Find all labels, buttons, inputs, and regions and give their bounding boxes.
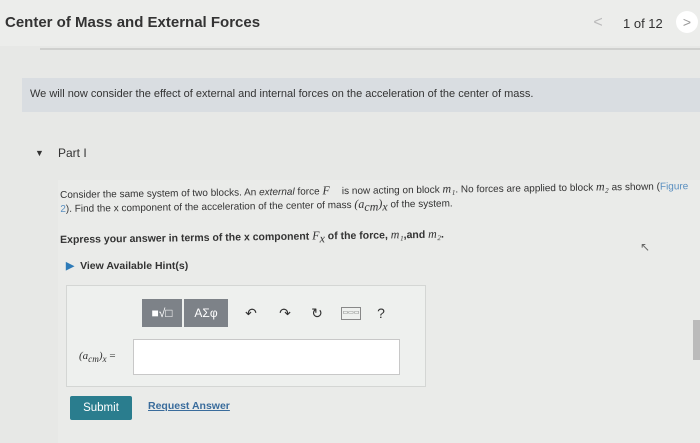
next-icon[interactable]: > bbox=[676, 11, 698, 33]
answer-input[interactable] bbox=[133, 339, 400, 375]
request-answer-link[interactable]: Request Answer bbox=[148, 400, 230, 412]
submit-button[interactable]: Submit bbox=[70, 396, 132, 420]
answer-label: (acm)x = bbox=[79, 350, 116, 365]
keyboard-icon[interactable]: ▭▭▭ bbox=[341, 307, 361, 320]
mouse-cursor-icon: ↖ bbox=[640, 240, 651, 254]
collapse-icon[interactable]: ▼ bbox=[35, 148, 44, 158]
top-bar: Center of Mass and External Forces < 1 o… bbox=[0, 0, 700, 46]
header-divider bbox=[40, 48, 700, 50]
previous-icon[interactable]: < bbox=[588, 12, 608, 34]
redo-icon[interactable]: ↷ bbox=[275, 302, 295, 324]
undo-icon[interactable]: ↶ bbox=[241, 302, 261, 324]
templates-button[interactable]: ■√□ bbox=[142, 299, 182, 327]
help-icon[interactable]: ? bbox=[371, 302, 391, 324]
hints-label: View Available Hint(s) bbox=[80, 260, 189, 272]
item-counter: 1 of 12 bbox=[623, 16, 663, 31]
hints-toggle[interactable]: ▶ View Available Hint(s) bbox=[66, 260, 188, 272]
expand-arrow-icon: ▶ bbox=[66, 260, 75, 272]
intro-text: We will now consider the effect of exter… bbox=[30, 88, 534, 100]
symbols-button[interactable]: ΑΣφ bbox=[184, 299, 228, 327]
page-title: Center of Mass and External Forces bbox=[5, 14, 261, 31]
intro-banner: We will now consider the effect of exter… bbox=[22, 78, 700, 112]
part-title[interactable]: Part I bbox=[58, 146, 87, 160]
scrollbar[interactable] bbox=[693, 320, 700, 360]
reset-icon[interactable]: ↻ bbox=[307, 302, 327, 324]
